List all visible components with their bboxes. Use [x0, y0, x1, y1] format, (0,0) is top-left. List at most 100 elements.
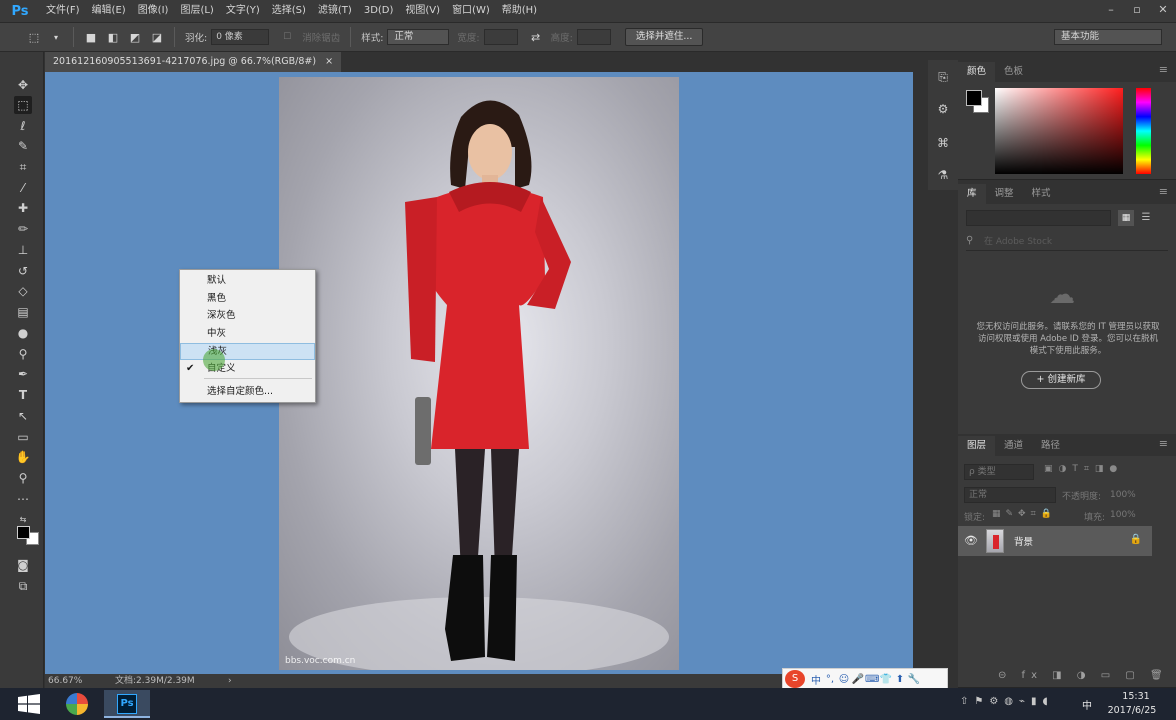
- create-library-button[interactable]: + 创建新库: [1021, 371, 1101, 389]
- lasso-tool-icon[interactable]: ℓ: [14, 117, 32, 135]
- actions-panel-icon[interactable]: ⚗: [934, 166, 952, 184]
- subtract-selection-icon[interactable]: ◩: [127, 29, 143, 45]
- panel-menu-icon[interactable]: ≡: [1159, 63, 1168, 76]
- status-menu-arrow[interactable]: ›: [228, 674, 232, 688]
- menu-view[interactable]: 视图(V): [399, 0, 446, 22]
- intersect-selection-icon[interactable]: ◪: [149, 29, 165, 45]
- tab-color[interactable]: 颜色: [958, 62, 996, 82]
- opacity-input[interactable]: 100%: [1110, 487, 1150, 503]
- menu-layer[interactable]: 图层(L): [174, 0, 219, 22]
- crop-tool-icon[interactable]: ⌗: [14, 158, 32, 176]
- properties-panel-icon[interactable]: ⚙: [934, 100, 952, 118]
- quick-select-tool-icon[interactable]: ✎: [14, 137, 32, 155]
- chevron-down-icon[interactable]: ▾: [48, 29, 64, 45]
- ime-mode-chinese[interactable]: 中: [809, 672, 823, 687]
- list-view-icon[interactable]: ☰: [1138, 210, 1154, 226]
- color-picker-field[interactable]: [995, 88, 1123, 174]
- menu-edit[interactable]: 编辑(E): [86, 0, 132, 22]
- visibility-eye-icon[interactable]: 👁: [964, 534, 978, 547]
- tab-channels[interactable]: 通道: [995, 436, 1032, 456]
- menu-item-light-gray[interactable]: 浅灰: [180, 343, 315, 360]
- lock-icons[interactable]: ▦✎✥⌗🔒: [992, 509, 1057, 519]
- close-tab-icon[interactable]: ×: [325, 56, 333, 67]
- clock-date[interactable]: 2017/6/25: [1104, 705, 1160, 716]
- layer-filter-icons[interactable]: ▣◑T⌗◨●: [1044, 464, 1123, 474]
- blur-tool-icon[interactable]: ●: [14, 324, 32, 342]
- blend-mode-select[interactable]: 正常: [964, 487, 1056, 503]
- tab-libraries[interactable]: 库: [958, 184, 986, 204]
- sogou-logo-icon[interactable]: S: [785, 670, 805, 688]
- tab-paths[interactable]: 路径: [1032, 436, 1069, 456]
- menu-select[interactable]: 选择(S): [266, 0, 312, 22]
- menu-item-medium-gray[interactable]: 中灰: [180, 325, 315, 342]
- marquee-preset-icon[interactable]: ⬚: [26, 29, 42, 45]
- zoom-tool-icon[interactable]: ⚲: [14, 469, 32, 487]
- antialias-checkbox[interactable]: ☐: [279, 29, 295, 45]
- new-selection-icon[interactable]: ■: [83, 29, 99, 45]
- clock-time[interactable]: 15:31: [1116, 691, 1156, 702]
- gradient-tool-icon[interactable]: ▤: [14, 303, 32, 321]
- ime-emoji-icon[interactable]: ☺: [837, 674, 851, 685]
- menu-type[interactable]: 文字(Y): [220, 0, 266, 22]
- document-tab[interactable]: 201612160905513691-4217076.jpg @ 66.7%(R…: [45, 52, 342, 72]
- stock-search-input[interactable]: 在 Adobe Stock: [966, 233, 1168, 251]
- menu-window[interactable]: 窗口(W): [446, 0, 496, 22]
- type-tool-icon[interactable]: T: [14, 386, 32, 404]
- rectangle-tool-icon[interactable]: ▭: [14, 428, 32, 446]
- ime-skin-icon[interactable]: 👕: [879, 674, 893, 685]
- pen-tool-icon[interactable]: ✒: [14, 365, 32, 383]
- eraser-tool-icon[interactable]: ◇: [14, 282, 32, 300]
- menu-item-black[interactable]: 黑色: [180, 290, 315, 307]
- taskbar-photoshop-app[interactable]: Ps: [104, 690, 150, 718]
- menu-item-dark-gray[interactable]: 深灰色: [180, 307, 315, 324]
- history-panel-icon[interactable]: ⎘: [934, 68, 952, 86]
- dodge-tool-icon[interactable]: ⚲: [14, 345, 32, 363]
- menu-item-default[interactable]: 默认: [180, 272, 315, 289]
- restore-button[interactable]: ▫: [1124, 0, 1150, 22]
- path-select-icon[interactable]: ↖: [14, 407, 32, 425]
- clone-stamp-icon[interactable]: ⊥: [14, 241, 32, 259]
- healing-brush-icon[interactable]: ✚: [14, 199, 32, 217]
- hand-tool-icon[interactable]: ✋: [14, 448, 32, 466]
- library-select[interactable]: [966, 210, 1111, 226]
- brush-tool-icon[interactable]: ✏: [14, 220, 32, 238]
- foreground-color-swatch[interactable]: [17, 526, 30, 539]
- taskbar-photos-app[interactable]: [53, 690, 99, 718]
- tab-styles[interactable]: 样式: [1023, 184, 1060, 204]
- swap-icon[interactable]: ⇄: [528, 29, 544, 45]
- ime-punctuation-icon[interactable]: °,: [823, 674, 837, 685]
- ime-indicator[interactable]: 中: [1082, 697, 1092, 712]
- paragraph-panel-icon[interactable]: ⌘: [934, 134, 952, 152]
- fill-input[interactable]: 100%: [1110, 510, 1136, 520]
- grid-view-icon[interactable]: ▦: [1118, 210, 1134, 226]
- width-input[interactable]: [483, 29, 518, 45]
- system-tray[interactable]: ⇧⚑⚙◍⌁▮◖: [960, 696, 1054, 707]
- menu-filter[interactable]: 滤镜(T): [312, 0, 358, 22]
- height-input[interactable]: [576, 29, 611, 45]
- close-button[interactable]: ✕: [1150, 0, 1176, 22]
- zoom-level[interactable]: 66.67%: [48, 674, 112, 688]
- workspace-select[interactable]: 基本功能: [1054, 29, 1162, 45]
- windows-start-icon[interactable]: [18, 694, 40, 714]
- layer-filter-select[interactable]: ρ 类型: [964, 464, 1034, 480]
- screen-mode-icon[interactable]: ⧉: [14, 577, 32, 595]
- menu-3d[interactable]: 3D(D): [358, 0, 400, 22]
- layer-row[interactable]: 👁 背景 🔒: [958, 526, 1152, 556]
- ime-tools-icon[interactable]: 🔧: [907, 674, 921, 685]
- panel-menu-icon[interactable]: ≡: [1159, 185, 1168, 198]
- panel-menu-icon[interactable]: ≡: [1159, 437, 1168, 450]
- ime-voice-icon[interactable]: 🎤: [851, 674, 865, 685]
- history-brush-icon[interactable]: ↺: [14, 262, 32, 280]
- menu-item-custom[interactable]: ✔ 自定义: [180, 360, 315, 377]
- hue-slider[interactable]: [1136, 88, 1151, 174]
- ime-keyboard-icon[interactable]: ⌨: [865, 674, 879, 685]
- eyedropper-tool-icon[interactable]: ⁄: [14, 179, 32, 197]
- tab-layers[interactable]: 图层: [958, 436, 996, 456]
- quick-mask-icon[interactable]: ◙: [14, 556, 32, 574]
- layer-footer-buttons[interactable]: ⊝ fx ◨ ◑ ▭ ▢ 🗑: [998, 670, 1169, 681]
- menu-file[interactable]: 文件(F): [40, 0, 86, 22]
- tab-adjustments[interactable]: 调整: [986, 184, 1023, 204]
- select-and-mask-button[interactable]: 选择并遮住...: [624, 28, 704, 46]
- ime-upload-icon[interactable]: ⬆: [893, 674, 907, 685]
- add-selection-icon[interactable]: ◧: [105, 29, 121, 45]
